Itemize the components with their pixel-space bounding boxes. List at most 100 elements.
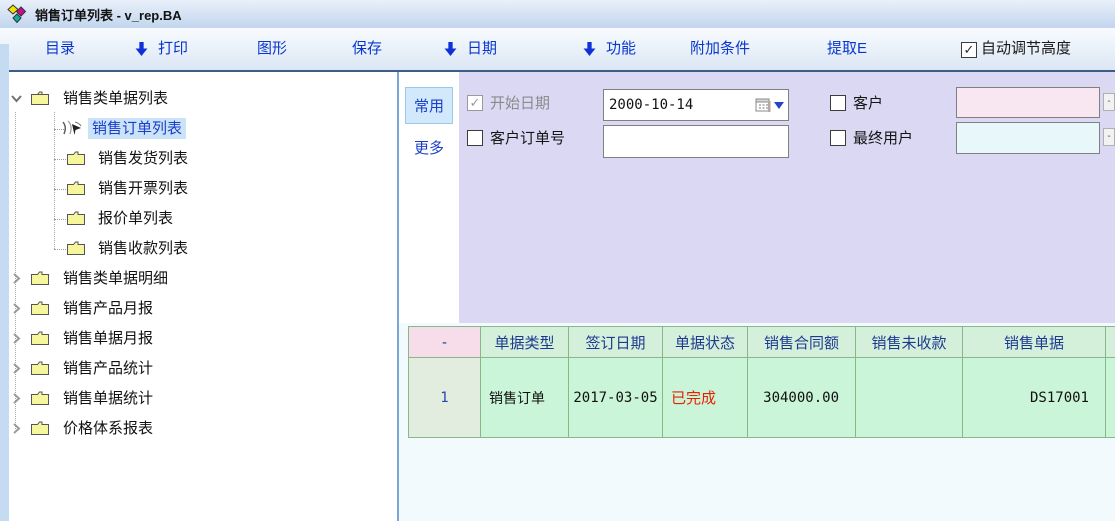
- folder-icon: [66, 150, 86, 166]
- folder-icon: [30, 90, 50, 106]
- folder-icon: [66, 180, 86, 196]
- grid-header-contract-amount[interactable]: 销售合同额: [748, 327, 856, 358]
- tree-item-sales-doc-monthly[interactable]: 销售单据月报: [0, 324, 397, 354]
- start-date-value: 2000-10-14: [604, 97, 750, 113]
- folder-icon: [30, 270, 50, 286]
- start-date-picker[interactable]: 2000-10-14: [603, 89, 789, 121]
- chevron-right-icon[interactable]: [10, 422, 23, 435]
- chevron-right-icon[interactable]: [10, 362, 23, 375]
- menu-item-extra-conditions[interactable]: 附加条件: [690, 28, 750, 70]
- grid-header-sign-date[interactable]: 签订日期: [569, 327, 663, 358]
- tree-item-sales-doc-detail[interactable]: 销售类单据明细: [0, 264, 397, 294]
- grid-header-row: - 单据类型 签订日期 单据状态 销售合同额 销售未收款 销售单据: [409, 327, 1115, 358]
- menu-item-print[interactable]: 打印: [158, 28, 188, 70]
- calendar-icon[interactable]: [750, 90, 788, 120]
- window-title: 销售订单列表 - v_rep.BA: [35, 5, 182, 24]
- customer-label: 客户: [853, 94, 883, 114]
- common-filters-button[interactable]: 常用: [405, 87, 453, 124]
- customer-order-no-label: 客户订单号: [490, 129, 565, 149]
- end-user-field[interactable]: [956, 122, 1100, 154]
- chevron-right-icon[interactable]: [10, 272, 23, 285]
- chevron-right-icon[interactable]: [10, 302, 23, 315]
- tree-item-label[interactable]: 销售类单据列表: [63, 88, 168, 109]
- tree-item-label[interactable]: 销售单据统计: [63, 388, 153, 409]
- cell-rownum[interactable]: 1: [409, 358, 481, 438]
- menu-item-function[interactable]: 功能: [606, 28, 636, 70]
- tree-item-label[interactable]: 销售产品统计: [63, 358, 153, 379]
- tree-item-sales-shipment-list[interactable]: 销售发货列表: [0, 144, 397, 174]
- auto-height-checkbox[interactable]: [961, 42, 977, 58]
- folder-icon: [30, 390, 50, 406]
- end-user-lookup-button[interactable]: ‑: [1103, 128, 1115, 146]
- content-area: 常用 更多 开始日期 2000-10-14 客户: [399, 72, 1115, 521]
- folder-icon: [66, 240, 86, 256]
- grid-header-doc-type[interactable]: 单据类型: [481, 327, 569, 358]
- cell-clipped: [1106, 358, 1115, 438]
- menu-bar: 目录 打印 图形 保存 日期 功能 附加条件 提取E 自动调节高度: [0, 28, 1115, 72]
- grid-header-unpaid[interactable]: 销售未收款: [856, 327, 963, 358]
- tree-item-label[interactable]: 销售单据月报: [63, 328, 153, 349]
- menu-item-catalog[interactable]: 目录: [45, 28, 75, 70]
- cell-contract-amount[interactable]: 304000.00: [748, 358, 856, 438]
- tree-connector-stub: [54, 249, 66, 250]
- grid-header-status[interactable]: 单据状态: [663, 327, 748, 358]
- tree-item-quotation-list[interactable]: 报价单列表: [0, 204, 397, 234]
- tree-item-sales-doc-stats[interactable]: 销售单据统计: [0, 384, 397, 414]
- diamonds-icon: [7, 4, 29, 24]
- tree-connector-stub: [54, 159, 66, 160]
- grid-header-doc-no[interactable]: 销售单据: [963, 327, 1106, 358]
- cell-sign-date[interactable]: 2017-03-05: [569, 358, 663, 438]
- cell-status[interactable]: 已完成: [663, 358, 748, 438]
- more-filters-button[interactable]: 更多: [405, 132, 453, 162]
- folder-icon: [30, 420, 50, 436]
- tree-item-sales-doc-list[interactable]: 销售类单据列表: [0, 84, 397, 114]
- tree-item-sales-product-monthly[interactable]: 销售产品月报: [0, 294, 397, 324]
- filter-mode-column: 常用 更多: [399, 72, 459, 323]
- menu-item-date[interactable]: 日期: [467, 28, 497, 70]
- menu-item-save[interactable]: 保存: [352, 28, 382, 70]
- tree-item-label[interactable]: 销售收款列表: [98, 238, 188, 259]
- menu-item-extract[interactable]: 提取E: [827, 28, 867, 70]
- run-report-icon: [60, 120, 84, 137]
- tree-item-label[interactable]: 销售开票列表: [98, 178, 188, 199]
- app-window: 销售订单列表 - v_rep.BA 目录 打印 图形 保存 日期 功能 附加条件…: [0, 0, 1115, 521]
- tree-item-sales-invoice-list[interactable]: 销售开票列表: [0, 174, 397, 204]
- down-arrow-icon[interactable]: [583, 42, 596, 56]
- tree-connector-stub: [54, 219, 66, 220]
- customer-order-no-input[interactable]: [603, 125, 789, 158]
- tree-item-sales-order-list[interactable]: 销售订单列表: [0, 114, 397, 144]
- cell-doc-no[interactable]: DS17001: [963, 358, 1106, 438]
- folder-icon: [30, 330, 50, 346]
- end-user-label: 最终用户: [853, 129, 913, 149]
- tree-connector-stub: [54, 189, 66, 190]
- report-tree: 销售类单据列表 销售订单列表 销售发货列表: [0, 72, 397, 521]
- chevron-down-icon[interactable]: [774, 102, 784, 109]
- customer-checkbox[interactable]: [830, 95, 846, 111]
- chevron-down-icon[interactable]: [10, 92, 23, 105]
- down-arrow-icon[interactable]: [444, 42, 457, 56]
- tree-item-sales-receipt-list[interactable]: 销售收款列表: [0, 234, 397, 264]
- chevron-right-icon[interactable]: [10, 332, 23, 345]
- tree-item-label[interactable]: 销售类单据明细: [63, 268, 168, 289]
- customer-field[interactable]: [956, 87, 1100, 118]
- tree-item-label[interactable]: 销售产品月报: [63, 298, 153, 319]
- grid-header-rownum[interactable]: -: [409, 327, 481, 358]
- cell-doc-type[interactable]: 销售订单: [481, 358, 569, 438]
- customer-order-no-checkbox[interactable]: [467, 130, 483, 146]
- tree-item-label[interactable]: 价格体系报表: [63, 418, 153, 439]
- end-user-checkbox[interactable]: [830, 130, 846, 146]
- cell-unpaid[interactable]: [856, 358, 963, 438]
- table-row[interactable]: 1 销售订单 2017-03-05 已完成 304000.00 DS17001: [409, 358, 1115, 438]
- tree-item-label[interactable]: 销售发货列表: [98, 148, 188, 169]
- customer-lookup-button[interactable]: ‑: [1103, 93, 1115, 111]
- menu-item-graph[interactable]: 图形: [257, 28, 287, 70]
- down-arrow-icon[interactable]: [135, 42, 148, 56]
- tree-item-price-system-reports[interactable]: 价格体系报表: [0, 414, 397, 444]
- chevron-right-icon[interactable]: [10, 392, 23, 405]
- tree-item-label[interactable]: 报价单列表: [98, 208, 173, 229]
- results-grid: - 单据类型 签订日期 单据状态 销售合同额 销售未收款 销售单据 1 销售订单…: [408, 326, 1115, 442]
- start-date-checkbox[interactable]: [467, 95, 483, 111]
- tree-item-sales-product-stats[interactable]: 销售产品统计: [0, 354, 397, 384]
- tree-item-label[interactable]: 销售订单列表: [88, 118, 186, 139]
- left-gutter: [0, 44, 9, 521]
